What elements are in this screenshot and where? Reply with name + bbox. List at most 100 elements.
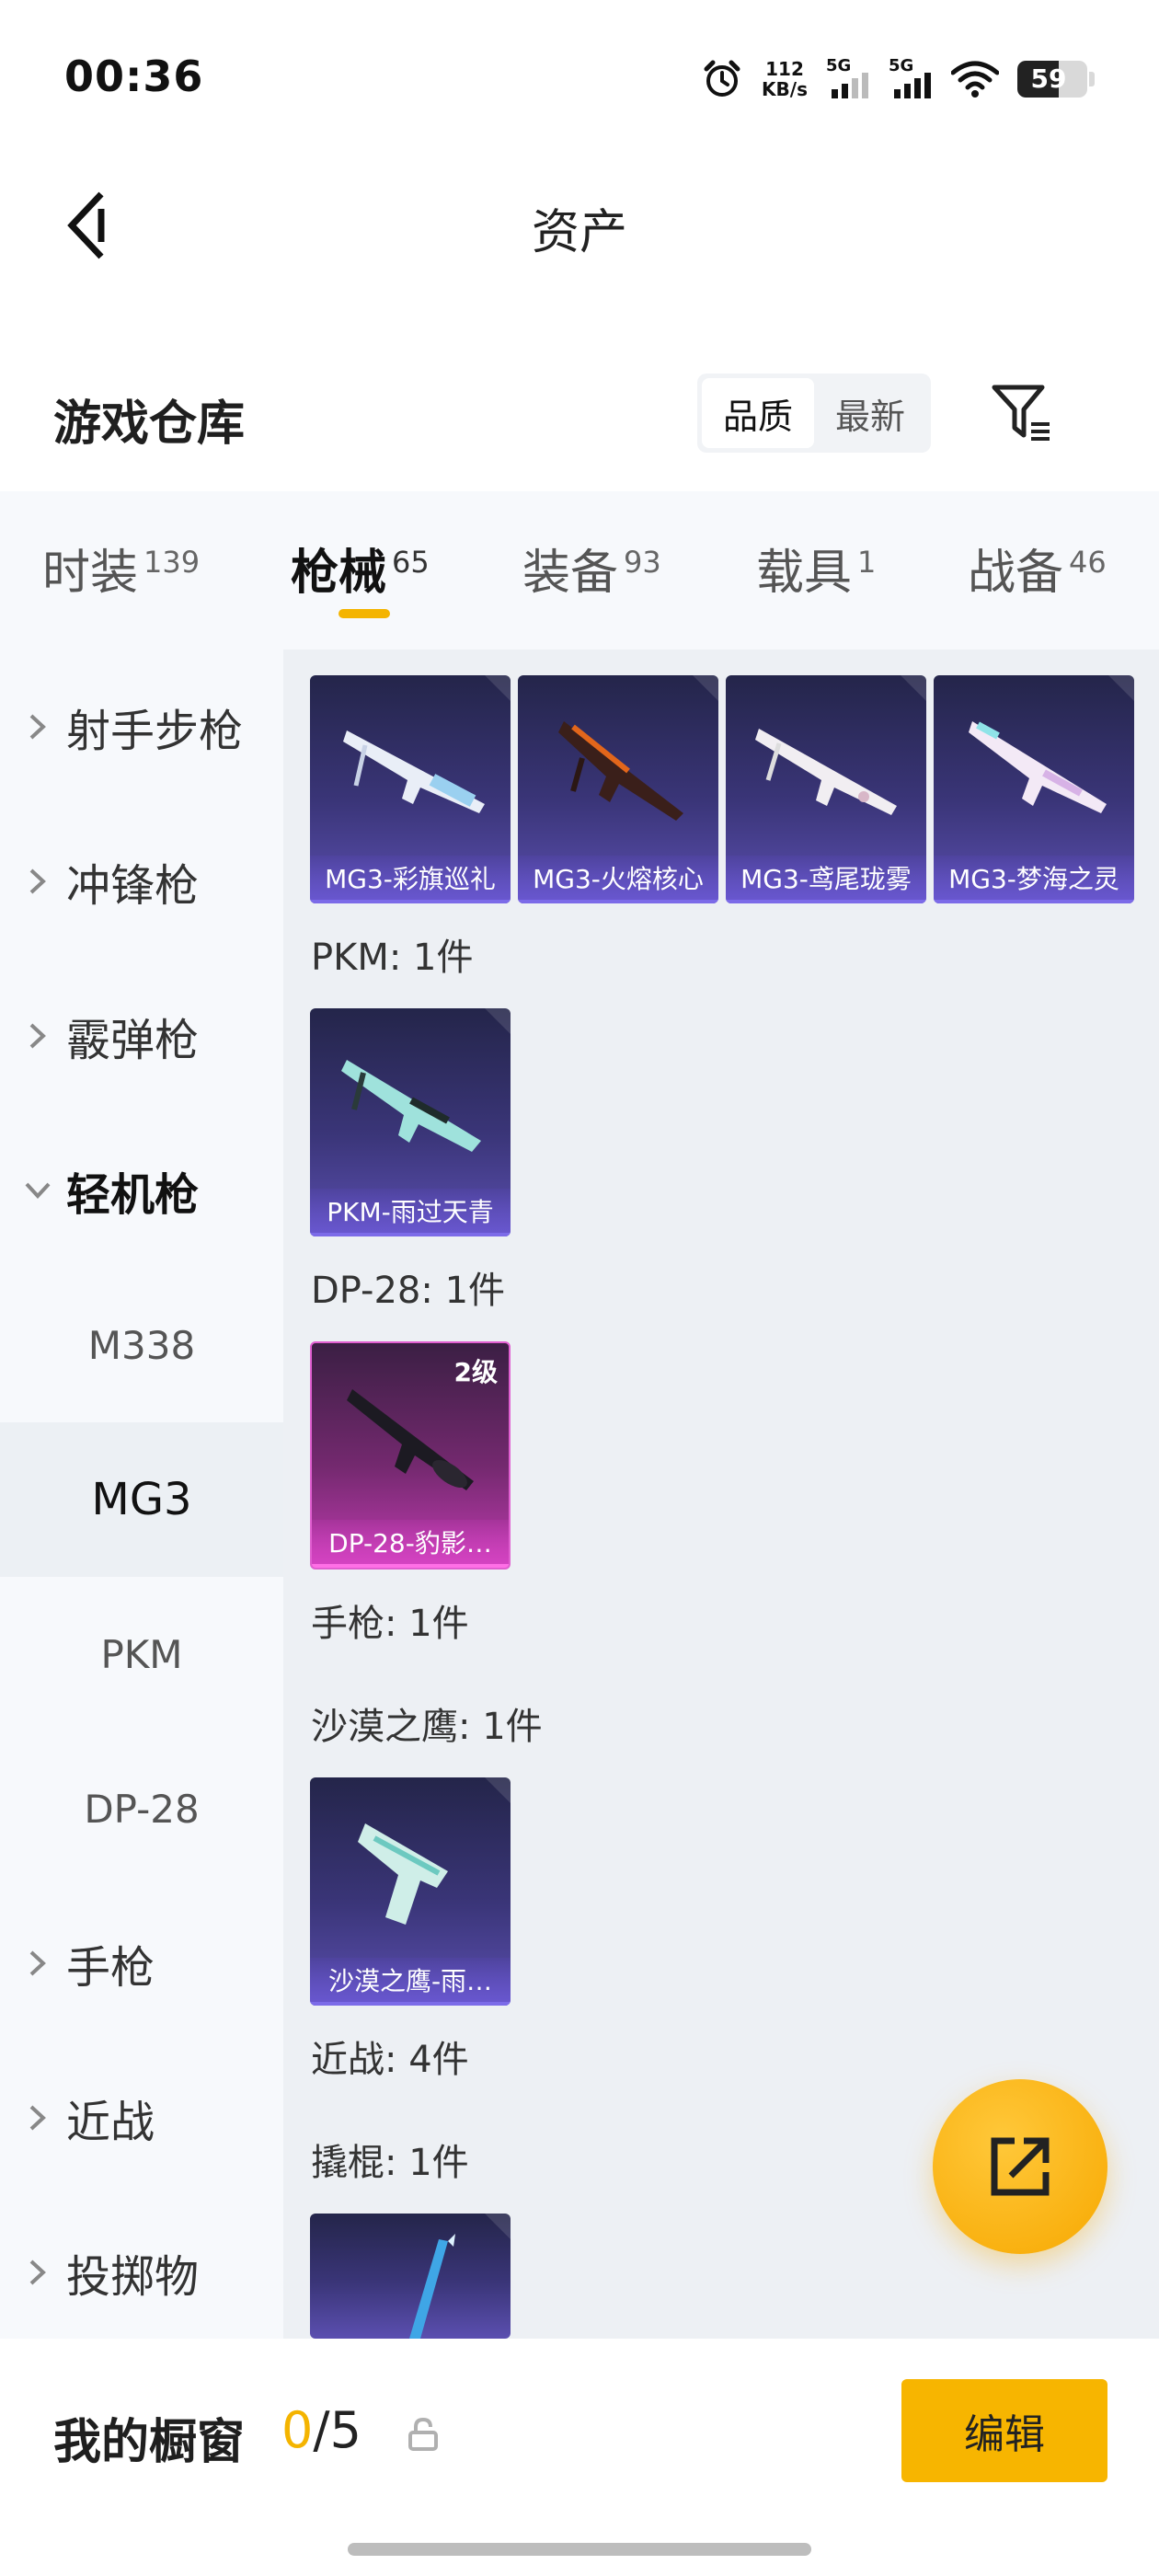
- battery-icon: 59: [1017, 61, 1087, 98]
- sort-quality-button[interactable]: 品质: [702, 378, 814, 448]
- showcase-count: 0/5: [281, 2401, 361, 2459]
- sidebar-item-label: 射手步枪: [66, 706, 244, 757]
- item-name: MG3-梦海之灵: [934, 856, 1134, 903]
- chevron-right-icon: [0, 1022, 66, 1050]
- filter-icon: [992, 385, 1050, 441]
- filter-button[interactable]: [984, 377, 1058, 451]
- edit-button[interactable]: 编辑: [901, 2379, 1107, 2482]
- item-card-mg3-3[interactable]: MG3-鸢尾珑雾: [726, 675, 926, 903]
- deagle-group-label: 沙漠之鹰: 1件: [311, 1706, 543, 1748]
- sidebar-item-label: 投掷物: [66, 2251, 200, 2303]
- item-name: 沙漠之鹰-雨…: [310, 1958, 511, 2006]
- chevron-right-icon: [0, 868, 66, 895]
- item-card-crowbar-1[interactable]: [310, 2214, 511, 2339]
- sort-toggle: 品质 最新: [697, 374, 931, 453]
- tab-fashion[interactable]: 时装 139: [42, 534, 200, 603]
- sidebar-item-label: 轻机枪: [66, 1169, 200, 1221]
- network-speed-unit: KB/s: [762, 78, 808, 100]
- sidebar-item-lmg[interactable]: 轻机枪: [0, 1113, 283, 1268]
- battery-tip: [1089, 72, 1095, 86]
- tab-supplies-count: 46: [1069, 544, 1107, 580]
- tab-fashion-count: 139: [143, 544, 201, 580]
- tab-equipment[interactable]: 装备 93: [522, 534, 661, 603]
- pistol-skin-image: [358, 1823, 448, 1925]
- sidebar-item-mg3[interactable]: MG3: [0, 1422, 283, 1577]
- tab-firearms-count: 65: [392, 544, 430, 580]
- status-bar: 00:36 112 KB/s 5G 5G 59: [0, 0, 1159, 156]
- network-speed-value: 112: [765, 58, 804, 80]
- page-title: 资产: [531, 205, 627, 260]
- sidebar-item-label: 手枪: [66, 1942, 155, 1994]
- sidebar-item-melee[interactable]: 近战: [0, 2041, 283, 2195]
- item-name: PKM-雨过天青: [310, 1189, 511, 1236]
- lmg-skin-image: [341, 1060, 481, 1152]
- sidebar-item-pistol[interactable]: 手枪: [0, 1886, 283, 2041]
- sidebar-item-m338[interactable]: M338: [0, 1268, 283, 1422]
- showcase-label: 我的橱窗: [53, 2415, 246, 2470]
- tab-vehicles-count: 1: [857, 544, 877, 580]
- sidebar-item-marksman-rifle[interactable]: 射手步枪: [0, 650, 283, 804]
- clock: 00:36: [64, 52, 204, 101]
- share-fab-button[interactable]: [933, 2079, 1107, 2254]
- battery-level: 59: [1030, 63, 1067, 94]
- sim1-signal-icon: 5G: [826, 56, 870, 100]
- tab-firearms[interactable]: 枪械 65: [291, 534, 430, 603]
- item-name: DP-28-豹影…: [312, 1520, 509, 1568]
- tab-equipment-label: 装备: [522, 546, 619, 601]
- item-name: MG3-鸢尾珑雾: [726, 856, 926, 903]
- pkm-group-label: PKM: 1件: [311, 937, 474, 979]
- showcase-separator: /: [313, 2401, 330, 2459]
- sidebar-item-shotgun[interactable]: 霰弹枪: [0, 959, 283, 1113]
- item-card-mg3-2[interactable]: MG3-火熔核心: [518, 675, 718, 903]
- chevron-right-icon: [0, 713, 66, 741]
- tab-supplies-label: 战备: [968, 546, 1064, 601]
- tab-fashion-label: 时装: [42, 546, 139, 601]
- melee-group-label: 近战: 4件: [311, 2039, 469, 2081]
- app-header: 资产: [0, 156, 1159, 294]
- chevron-right-icon: [0, 1949, 66, 1977]
- sidebar-item-label: 霰弹枪: [66, 1015, 200, 1066]
- chevron-down-icon: [0, 1180, 66, 1201]
- warehouse-title: 游戏仓库: [53, 397, 246, 452]
- sidebar-item-pkm[interactable]: PKM: [0, 1577, 283, 1731]
- tab-vehicles-label: 载具: [756, 546, 853, 601]
- item-card-pkm-1[interactable]: PKM-雨过天青: [310, 1008, 511, 1236]
- lmg-skin-image: [558, 721, 683, 821]
- network-speed: 112 KB/s: [762, 59, 808, 99]
- lmg-skin-image: [969, 721, 1107, 813]
- share-icon: [991, 2137, 1050, 2196]
- sort-newest-button[interactable]: 最新: [814, 378, 926, 448]
- sidebar-item-label: 近战: [66, 2097, 155, 2148]
- lmg-skin-image: [755, 729, 897, 815]
- tab-equipment-count: 93: [624, 544, 661, 580]
- item-name: MG3-火熔核心: [518, 856, 718, 903]
- tab-supplies[interactable]: 战备 46: [968, 534, 1107, 603]
- weapon-type-sidebar: 射手步枪 冲锋枪 霰弹枪 轻机枪 M338 MG3 PKM DP-28 手枪 近…: [0, 650, 283, 2339]
- chevron-right-icon: [0, 2104, 66, 2132]
- lmg-skin-image: [343, 730, 485, 813]
- item-name: MG3-彩旗巡礼: [310, 856, 511, 903]
- category-tabs: 时装 139 枪械 65 装备 93 载具 1 战备 46: [0, 491, 1159, 650]
- sidebar-item-label: 冲锋枪: [66, 860, 200, 912]
- showcase-current: 0: [281, 2401, 314, 2459]
- tab-vehicles[interactable]: 载具 1: [756, 534, 876, 603]
- sidebar-item-smg[interactable]: 冲锋枪: [0, 804, 283, 959]
- item-card-deagle-1[interactable]: 沙漠之鹰-雨…: [310, 1777, 511, 2006]
- item-card-mg3-1[interactable]: MG3-彩旗巡礼: [310, 675, 511, 903]
- sidebar-item-dp28[interactable]: DP-28: [0, 1731, 283, 1886]
- tab-firearms-label: 枪械: [291, 546, 387, 601]
- crowbar-group-label: 撬棍: 1件: [311, 2142, 469, 2184]
- lmg-skin-image: [347, 1389, 474, 1490]
- active-tab-indicator: [339, 609, 390, 618]
- chevron-right-icon: [0, 2259, 66, 2286]
- item-card-mg3-4[interactable]: MG3-梦海之灵: [934, 675, 1134, 903]
- sidebar-item-throwables[interactable]: 投掷物: [0, 2195, 283, 2350]
- lock-icon: [408, 2417, 438, 2451]
- pistol-group-label: 手枪: 1件: [311, 1603, 469, 1645]
- sim2-signal-icon: 5G: [889, 56, 933, 100]
- crowbar-skin-image: [409, 2234, 455, 2339]
- item-card-dp28-1[interactable]: 2级 DP-28-豹影…: [310, 1341, 511, 1570]
- home-indicator[interactable]: [348, 2543, 811, 2556]
- showcase-total: 5: [329, 2401, 361, 2459]
- dp28-group-label: DP-28: 1件: [311, 1270, 506, 1312]
